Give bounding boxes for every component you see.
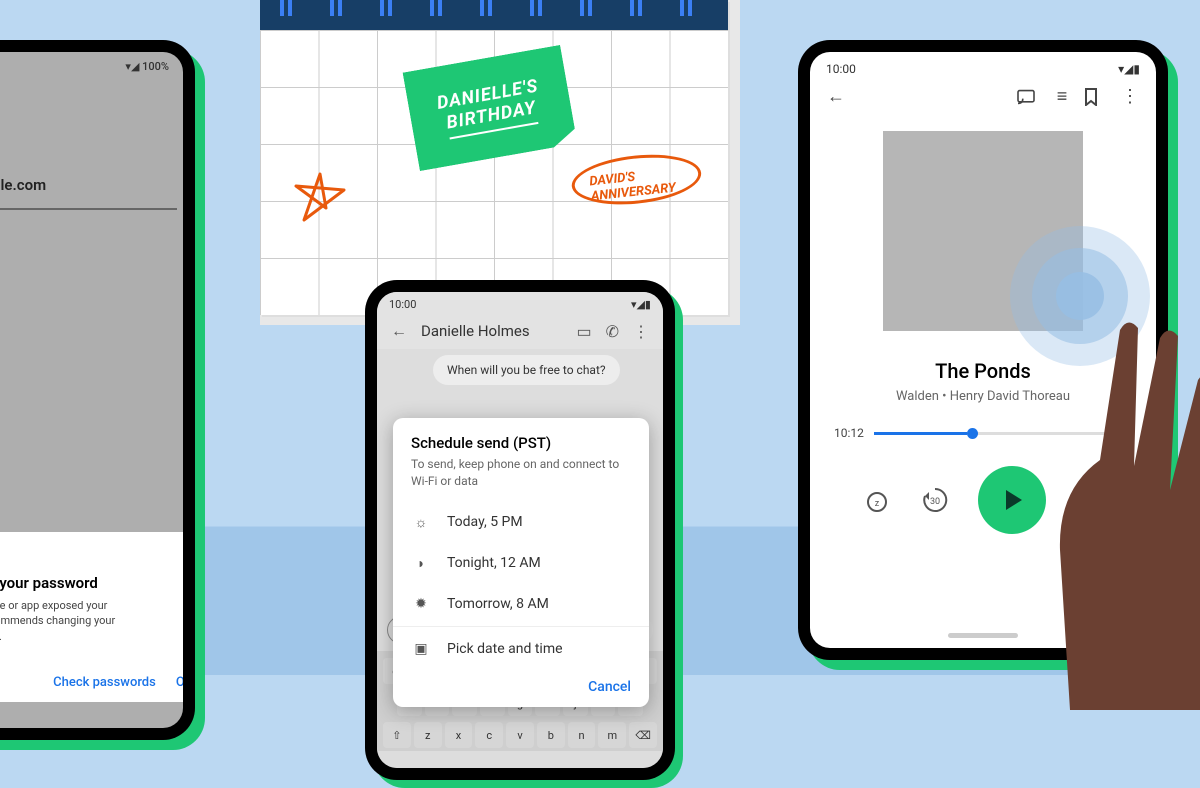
password-alert-card: ge your password a site or app exposed y… <box>0 532 183 702</box>
sunrise-icon: ✹ <box>411 596 431 612</box>
cast-icon[interactable] <box>1016 89 1040 105</box>
option-pick-datetime[interactable]: ▣ Pick date and time <box>393 629 649 669</box>
message-bubble: When will you be free to chat? <box>433 355 620 385</box>
wifi-icon: ▾◢ <box>125 60 139 73</box>
key-m[interactable]: m <box>598 722 626 748</box>
key-x[interactable]: x <box>445 722 473 748</box>
back-icon[interactable]: ← <box>391 321 407 341</box>
phone-messages: 10:00▾◢▮ ← Danielle Holmes ▭ ✆ ⋮ When wi… <box>365 280 675 780</box>
key-c[interactable]: c <box>475 722 503 748</box>
svg-text:30: 30 <box>930 497 940 507</box>
more-icon[interactable]: ⋮ <box>633 322 649 341</box>
more-icon[interactable]: ⋮ <box>1118 86 1142 107</box>
gesture-bar[interactable] <box>948 633 1018 638</box>
dialog-subtitle: To send, keep phone on and connect to Wi… <box>393 452 649 502</box>
schedule-send-dialog: Schedule send (PST) To send, keep phone … <box>393 418 649 707</box>
calendar-icon: ▣ <box>411 641 431 657</box>
ok-button[interactable]: OK <box>176 675 183 690</box>
rewind-30-button[interactable]: 30 <box>920 485 950 515</box>
card-title: ge your password <box>0 574 183 592</box>
url-fragment: gle.com <box>0 176 46 194</box>
bookmark-icon[interactable] <box>1084 88 1108 106</box>
key-n[interactable]: n <box>568 722 596 748</box>
dialog-title: Schedule send (PST) <box>393 434 649 452</box>
key-b[interactable]: b <box>537 722 565 748</box>
svg-text:z: z <box>875 499 880 509</box>
status-icons: ▾◢▮ <box>1118 62 1140 76</box>
queue-icon[interactable]: ≡ <box>1050 86 1074 107</box>
back-icon[interactable]: ← <box>824 86 848 107</box>
contact-name[interactable]: Danielle Holmes <box>421 322 562 340</box>
status-bar: 10:00▾◢▮ <box>377 292 663 313</box>
moon-icon: ◗ <box>411 555 431 572</box>
elapsed-time: 10:12 <box>834 426 864 440</box>
key-⇧[interactable]: ⇧ <box>383 722 411 748</box>
option-today[interactable]: ☼ Today, 5 PM <box>393 502 649 543</box>
option-tomorrow[interactable]: ✹ Tomorrow, 8 AM <box>393 584 649 624</box>
key-z[interactable]: z <box>414 722 442 748</box>
call-icon[interactable]: ✆ <box>606 322 619 341</box>
phone-password-checkup: ▾◢ 100% gle.com ge your password a site … <box>0 40 195 740</box>
card-body: a site or app exposed your recommends ch… <box>0 598 183 644</box>
cancel-button[interactable]: Cancel <box>393 669 649 701</box>
status-bar: ▾◢ 100% <box>125 60 169 73</box>
video-call-icon[interactable]: ▭ <box>576 322 591 341</box>
battery-label: 100% <box>142 60 169 73</box>
conversation-header: ← Danielle Holmes ▭ ✆ ⋮ <box>377 313 663 349</box>
status-bar: 10:00 ▾◢▮ <box>810 52 1156 80</box>
sleep-timer-button[interactable]: z <box>862 485 892 515</box>
star-doodle-icon <box>290 170 350 230</box>
key-⌫[interactable]: ⌫ <box>629 722 657 748</box>
key-v[interactable]: v <box>506 722 534 748</box>
hand-illustration <box>1010 310 1200 710</box>
alert-triangle-icon <box>0 550 183 568</box>
anniversary-note: DAVID'S ANNIVERSARY <box>589 166 677 205</box>
player-toolbar: ← ≡ ⋮ <box>810 80 1156 109</box>
option-tonight[interactable]: ◗ Tonight, 12 AM <box>393 543 649 584</box>
check-passwords-button[interactable]: Check passwords <box>53 675 156 690</box>
sun-icon: ☼ <box>411 514 431 531</box>
